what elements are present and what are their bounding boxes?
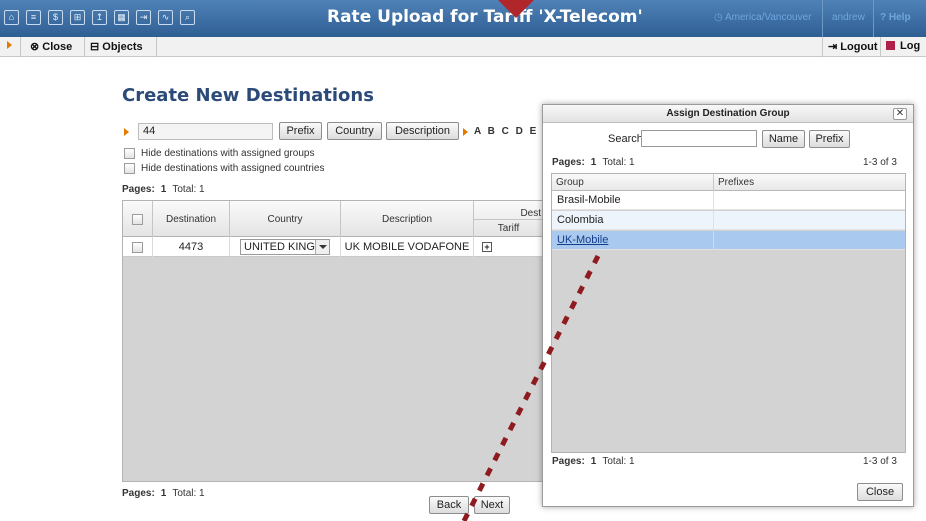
list-icon[interactable]: ≡: [26, 10, 41, 25]
hide-countries-option[interactable]: Hide destinations with assigned countrie…: [124, 163, 324, 174]
column-country[interactable]: Country: [230, 201, 341, 237]
row-checkbox-cell: [123, 237, 153, 257]
grid-icon[interactable]: ⊞: [70, 10, 85, 25]
objects-button[interactable]: ⊟ Objects: [90, 40, 143, 53]
select-all-header: [123, 201, 153, 237]
divider: [84, 37, 85, 57]
filter-arrow-icon: [124, 128, 129, 136]
column-dest-group[interactable]: Dest: [474, 201, 543, 219]
back-button[interactable]: Back: [429, 496, 469, 514]
dialog-title: Assign Destination Group: [543, 105, 913, 123]
chevron-down-icon: [315, 240, 329, 254]
annotation-arrowhead: [496, 0, 536, 18]
dollar-icon[interactable]: $: [48, 10, 63, 25]
close-button[interactable]: ⊗ Close: [30, 40, 72, 53]
divider: [880, 37, 881, 57]
country-button[interactable]: Country: [327, 122, 382, 140]
home-icon[interactable]: ⌂: [4, 10, 19, 25]
toolbar-arrow-icon: [7, 41, 12, 49]
divider: [822, 37, 823, 57]
dialog-range-top: 1-3 of 3: [863, 157, 897, 168]
top-bar: ⌂ ≡ $ ⊞ ↥ ▦ ⇥ ∿ ⌕ Rate Upload for Tariff…: [0, 0, 926, 37]
group-name[interactable]: UK-Mobile: [552, 231, 714, 250]
search-label: Search: [608, 133, 643, 145]
hide-countries-checkbox[interactable]: [124, 163, 135, 174]
column-group[interactable]: Group: [552, 174, 714, 191]
plus-icon[interactable]: +: [482, 242, 492, 252]
dialog-pagination-top: Pages: 1 Total: 1: [552, 157, 635, 168]
group-cell: +: [474, 237, 543, 257]
clock-icon: ◷: [714, 12, 725, 23]
dialog-pagination-bottom: Pages: 1 Total: 1: [552, 456, 635, 467]
prefix-search-input[interactable]: 44: [138, 123, 273, 140]
list-item[interactable]: Brasil-Mobile: [552, 191, 905, 210]
country-cell: UNITED KINGI: [230, 237, 341, 257]
group-prefixes: [714, 211, 905, 230]
chart-icon[interactable]: ∿: [158, 10, 173, 25]
column-tariff[interactable]: Tariff: [474, 219, 543, 236]
table-row[interactable]: 4473 UNITED KINGI UK MOBILE VODAFONE +: [123, 237, 543, 257]
section-title: Create New Destinations: [122, 85, 374, 106]
hide-groups-checkbox[interactable]: [124, 148, 135, 159]
search-icon[interactable]: ⌕: [180, 10, 195, 25]
pagination-top: Pages: 1 Total: 1: [122, 184, 205, 195]
table-header: Destination Country Description Dest Tar…: [123, 201, 543, 237]
table-icon[interactable]: ▦: [114, 10, 129, 25]
name-button[interactable]: Name: [762, 130, 805, 148]
divider: [156, 37, 157, 57]
groups-table: Group Prefixes Brasil-Mobile Colombia UK…: [551, 173, 906, 453]
divider: [20, 37, 21, 57]
dialog-close-button[interactable]: Close: [857, 483, 903, 501]
close-icon[interactable]: ✕: [893, 108, 907, 120]
divider: [873, 0, 874, 37]
list-item-selected[interactable]: UK-Mobile: [552, 231, 905, 250]
hide-groups-option[interactable]: Hide destinations with assigned groups: [124, 148, 314, 159]
row-checkbox[interactable]: [132, 241, 143, 253]
objects-icon: ⊟: [90, 41, 103, 53]
group-prefixes: [714, 231, 905, 250]
help-link[interactable]: ? Help: [880, 12, 911, 23]
pagination-bottom: Pages: 1 Total: 1: [122, 488, 205, 499]
destinations-table: Destination Country Description Dest Tar…: [122, 200, 544, 482]
group-name: Brasil-Mobile: [552, 191, 714, 210]
prefix-search-button[interactable]: Prefix: [809, 130, 850, 148]
question-icon: ?: [880, 12, 889, 23]
column-prefixes[interactable]: Prefixes: [714, 174, 905, 191]
top-icon-bar: ⌂ ≡ $ ⊞ ↥ ▦ ⇥ ∿ ⌕: [4, 10, 195, 25]
log-button[interactable]: Log: [886, 40, 920, 52]
select-all-checkbox[interactable]: [132, 213, 143, 225]
description-button[interactable]: Description: [386, 122, 459, 140]
divider: [822, 0, 823, 37]
dialog-range-bottom: 1-3 of 3: [863, 456, 897, 467]
letters-arrow-icon: [463, 128, 468, 136]
logout-button[interactable]: ⇥ Logout: [828, 40, 878, 53]
column-description[interactable]: Description: [341, 201, 474, 237]
logout-icon: ⇥: [828, 41, 841, 53]
export-icon[interactable]: ⇥: [136, 10, 151, 25]
log-icon: [886, 41, 895, 50]
groups-table-header: Group Prefixes: [552, 174, 905, 191]
timezone-link[interactable]: ◷ America/Vancouver: [714, 12, 811, 23]
next-button[interactable]: Next: [474, 496, 510, 514]
column-destination[interactable]: Destination: [153, 201, 230, 237]
toolbar: ⊗ Close ⊟ Objects ⇥ Logout Log: [0, 37, 926, 57]
country-select[interactable]: UNITED KINGI: [240, 239, 330, 255]
user-link[interactable]: andrew: [832, 12, 865, 23]
group-prefixes: [714, 191, 905, 210]
description-cell: UK MOBILE VODAFONE: [341, 237, 474, 257]
upload-icon[interactable]: ↥: [92, 10, 107, 25]
destination-cell: 4473: [153, 237, 230, 257]
close-circle-icon: ⊗: [30, 41, 43, 53]
group-search-input[interactable]: [641, 130, 757, 147]
group-name: Colombia: [552, 211, 714, 230]
prefix-button[interactable]: Prefix: [279, 122, 322, 140]
alphabet-filter[interactable]: A B C D E F: [474, 126, 551, 137]
list-item[interactable]: Colombia: [552, 211, 905, 230]
assign-group-dialog: Assign Destination Group ✕ Search Name P…: [542, 104, 914, 507]
page-title: Rate Upload for Tariff 'X-Telecom': [327, 7, 643, 27]
